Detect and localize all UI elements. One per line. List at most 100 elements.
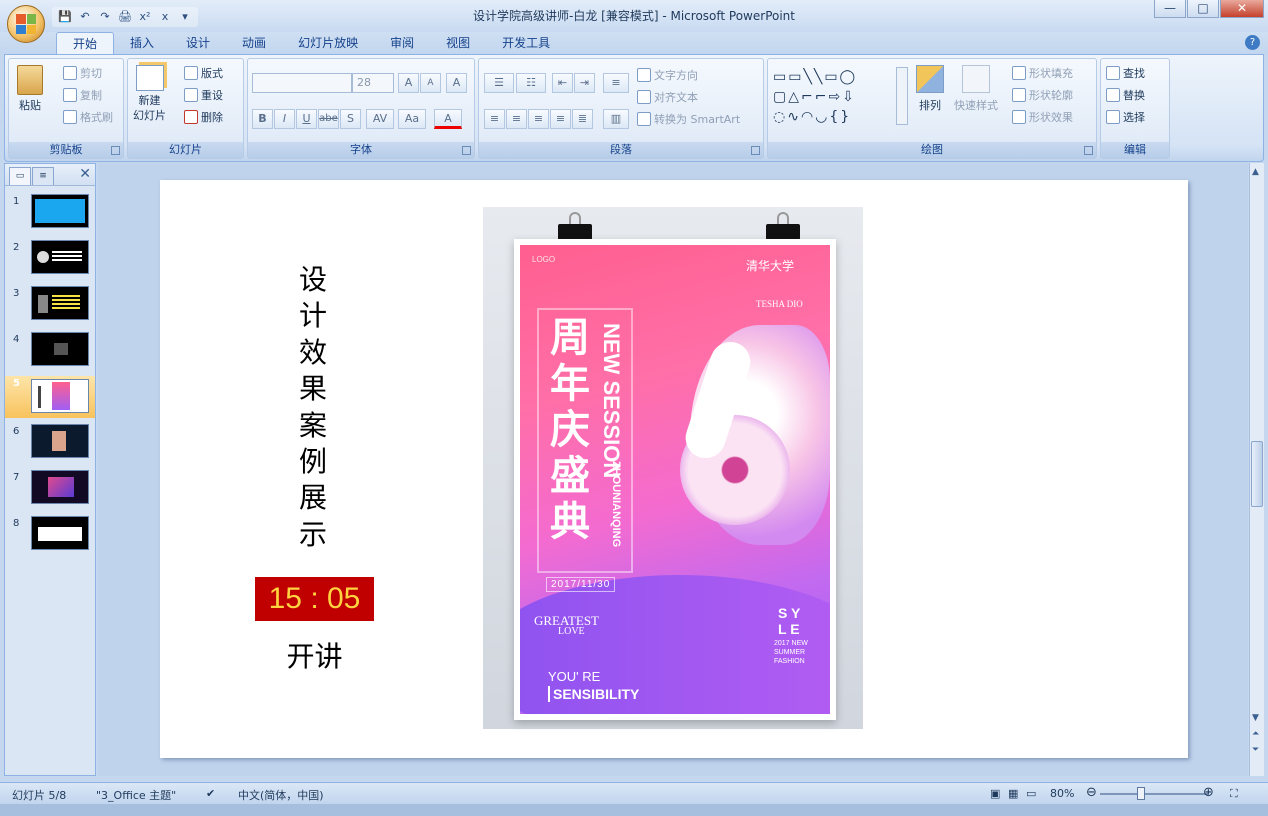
spellcheck-icon[interactable]: ✔ <box>206 787 215 800</box>
tab-animations[interactable]: 动画 <box>226 32 282 54</box>
text-direction-button[interactable]: 文字方向 <box>637 67 698 83</box>
slide-thumbnail-3[interactable]: 3 <box>5 286 95 326</box>
tab-view[interactable]: 视图 <box>430 32 486 54</box>
panel-tabs: ▭ ≡ ✕ <box>5 164 95 186</box>
vertical-title[interactable]: 设计效果案例展示 <box>290 262 336 553</box>
slide-thumbnail-1[interactable]: 1 <box>5 194 95 234</box>
paste-button[interactable]: 粘贴 <box>17 65 43 113</box>
shrink-font-button[interactable]: A <box>420 73 441 93</box>
numbering-button[interactable]: ☷ <box>516 73 546 93</box>
fit-to-window-icon[interactable]: ⛶ <box>1230 787 1238 801</box>
language-indicator[interactable]: 中文(简体，中国) <box>238 787 324 803</box>
close-panel-icon[interactable]: ✕ <box>79 166 91 182</box>
scroll-thumb[interactable] <box>1251 441 1263 507</box>
change-case-button[interactable]: Aa <box>398 109 426 129</box>
layout-button[interactable]: 版式 <box>184 65 223 81</box>
scroll-down-icon[interactable]: ▼ <box>1252 713 1259 723</box>
slide-thumbnail-4[interactable]: 4 <box>5 332 95 372</box>
vertical-scrollbar[interactable]: ▲ ▼ ⏶ ⏷ <box>1249 163 1264 776</box>
shape-fill-button[interactable]: 形状填充 <box>1012 65 1073 81</box>
countdown-timer[interactable]: 15 : 05 <box>255 577 374 621</box>
justify-button[interactable]: ≡ <box>550 109 571 129</box>
zoom-level[interactable]: 80% <box>1050 787 1074 800</box>
font-size-combo[interactable]: 28 <box>352 73 394 93</box>
align-right-button[interactable]: ≡ <box>528 109 549 129</box>
line-spacing-button[interactable]: ≡ <box>603 73 629 93</box>
tab-home[interactable]: 开始 <box>56 32 115 54</box>
gallery-scroll[interactable] <box>896 67 908 125</box>
zoom-slider-thumb[interactable] <box>1137 787 1145 800</box>
dialog-launcher-icon[interactable] <box>751 146 760 155</box>
slide-thumbnail-6[interactable]: 6 <box>5 424 95 464</box>
columns-button[interactable]: ▥ <box>603 109 629 129</box>
align-left-button[interactable]: ≡ <box>484 109 505 129</box>
shape-effects-button[interactable]: 形状效果 <box>1012 109 1073 125</box>
arrange-button[interactable]: 排列 <box>916 65 944 113</box>
underline-button[interactable]: U <box>296 109 317 129</box>
shapes-gallery[interactable]: ▭▭╲╲▭◯ ▢△⌐⌐⇨⇩ ◌∿◠◡{} <box>773 67 903 125</box>
find-button[interactable]: 查找 <box>1106 65 1145 81</box>
dialog-launcher-icon[interactable] <box>1084 146 1093 155</box>
tab-slideshow[interactable]: 幻灯片放映 <box>282 32 374 54</box>
poster-artwork: 周年庆盛典 NEW SESSION ZHOUNIANQING 2017/11/3… <box>520 245 830 714</box>
char-spacing-button[interactable]: AV <box>366 109 394 129</box>
shape-outline-button[interactable]: 形状轮廓 <box>1012 87 1073 103</box>
dialog-launcher-icon[interactable] <box>462 146 471 155</box>
zoom-out-icon[interactable]: ⊖ <box>1086 785 1097 800</box>
theme-name[interactable]: "3_Office 主题" <box>96 787 176 803</box>
new-slide-button[interactable]: 新建 幻灯片 <box>133 65 166 123</box>
dialog-launcher-icon[interactable] <box>111 146 120 155</box>
clear-formatting-button[interactable]: A <box>446 73 467 93</box>
scroll-up-icon[interactable]: ▲ <box>1252 167 1259 177</box>
font-name-combo[interactable] <box>252 73 352 93</box>
reset-button[interactable]: 重设 <box>184 87 223 103</box>
replace-button[interactable]: 替换 <box>1106 87 1145 103</box>
decrease-indent-button[interactable]: ⇤ <box>552 73 573 93</box>
zoom-slider[interactable] <box>1100 793 1208 795</box>
help-icon[interactable]: ? <box>1245 35 1260 50</box>
quick-styles-button[interactable]: 快速样式 <box>954 65 998 113</box>
zoom-in-icon[interactable]: ⊕ <box>1203 785 1214 800</box>
font-color-button[interactable]: A <box>434 109 462 129</box>
bold-button[interactable]: B <box>252 109 273 129</box>
outline-tab-icon[interactable]: ≡ <box>32 167 54 185</box>
bullets-button[interactable]: ☰ <box>484 73 514 93</box>
slide-canvas[interactable]: 设计效果案例展示 15 : 05 开讲 周年庆盛典 NEW SESSION ZH… <box>160 180 1188 758</box>
convert-smartart-button[interactable]: 转换为 SmartArt <box>637 111 740 127</box>
lecture-label[interactable]: 开讲 <box>255 635 374 675</box>
slides-tab-icon[interactable]: ▭ <box>9 167 31 185</box>
format-painter-button[interactable]: 格式刷 <box>63 109 113 125</box>
maximize-button[interactable]: □ <box>1187 0 1219 18</box>
align-text-button[interactable]: 对齐文本 <box>637 89 698 105</box>
quick-styles-icon <box>962 65 990 93</box>
distributed-button[interactable]: ≣ <box>572 109 593 129</box>
increase-indent-button[interactable]: ⇥ <box>574 73 595 93</box>
slide-thumbnail-8[interactable]: 8 <box>5 516 95 556</box>
cut-button[interactable]: 剪切 <box>63 65 102 81</box>
tab-insert[interactable]: 插入 <box>114 32 170 54</box>
office-button[interactable] <box>7 5 45 43</box>
tab-developer[interactable]: 开发工具 <box>486 32 566 54</box>
select-button[interactable]: 选择 <box>1106 109 1145 125</box>
shadow-button[interactable]: S <box>340 109 361 129</box>
poster-image[interactable]: 周年庆盛典 NEW SESSION ZHOUNIANQING 2017/11/3… <box>483 207 863 729</box>
strikethrough-button[interactable]: abe <box>318 109 339 129</box>
drawing-label: 绘图 <box>768 142 1096 158</box>
close-button[interactable]: ✕ <box>1220 0 1264 18</box>
next-slide-icon[interactable]: ⏷ <box>1252 745 1259 755</box>
italic-button[interactable]: I <box>274 109 295 129</box>
copy-button[interactable]: 复制 <box>63 87 102 103</box>
slide-thumbnail-7[interactable]: 7 <box>5 470 95 510</box>
reading-view-icon[interactable]: ▭ <box>1026 787 1036 800</box>
normal-view-icon[interactable]: ▣ <box>990 787 1000 800</box>
slide-thumbnail-2[interactable]: 2 <box>5 240 95 280</box>
slide-sorter-icon[interactable]: ▦ <box>1008 787 1018 800</box>
minimize-button[interactable]: — <box>1154 0 1186 18</box>
slide-thumbnail-5[interactable]: 5 <box>5 376 95 418</box>
align-center-button[interactable]: ≡ <box>506 109 527 129</box>
previous-slide-icon[interactable]: ⏶ <box>1252 729 1259 739</box>
tab-review[interactable]: 审阅 <box>374 32 430 54</box>
grow-font-button[interactable]: A <box>398 73 419 93</box>
delete-slide-button[interactable]: 删除 <box>184 109 223 125</box>
tab-design[interactable]: 设计 <box>170 32 226 54</box>
